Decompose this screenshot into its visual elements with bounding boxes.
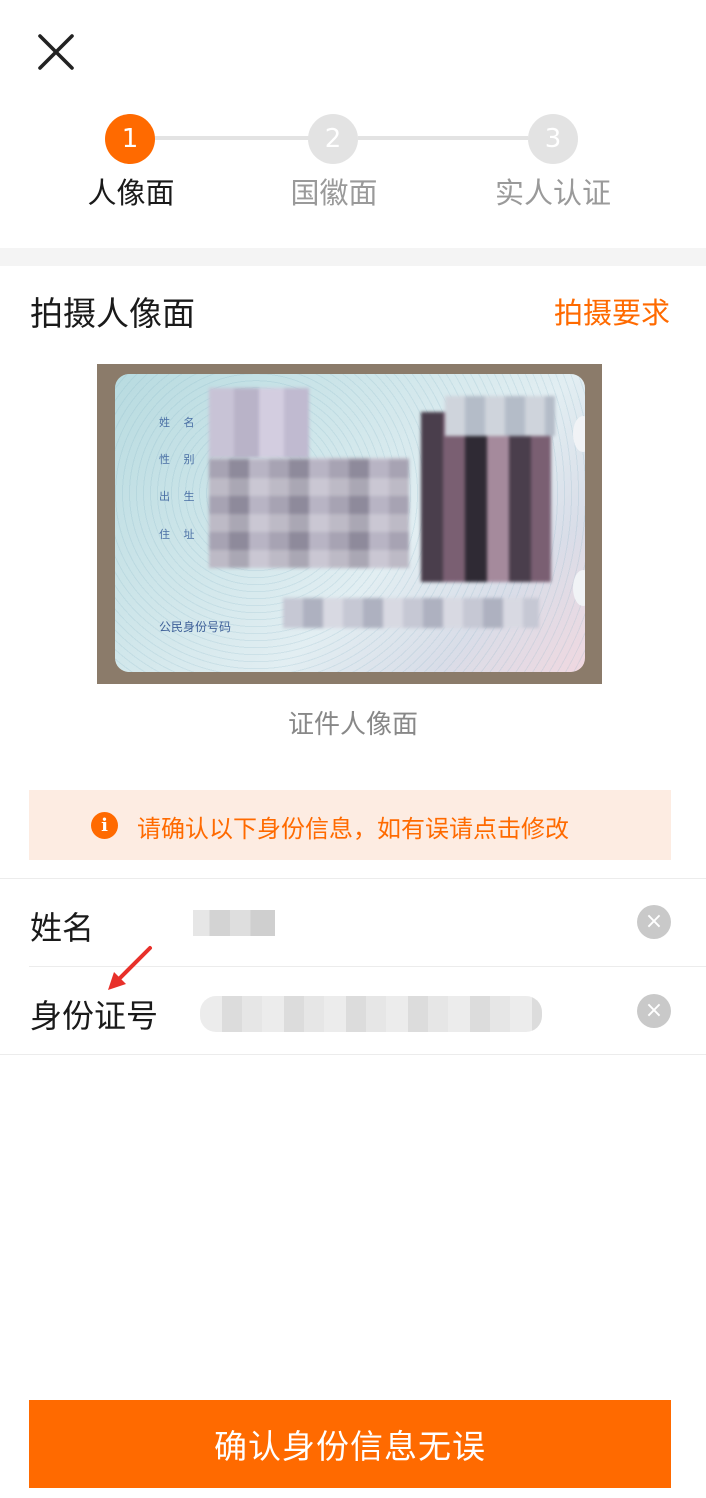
photo-requirements-link[interactable]: 拍摄要求	[554, 290, 670, 332]
section-gap	[0, 248, 706, 266]
step-1-label: 人像面	[87, 176, 175, 210]
redacted-id-number	[283, 598, 539, 628]
card-field-label: 性 别	[159, 453, 200, 466]
form-divider	[0, 878, 706, 879]
card-id-number-label: 公民身份号码	[159, 620, 232, 634]
info-icon: i	[91, 812, 118, 839]
step-3-indicator: 3	[528, 114, 578, 164]
redacted-name	[209, 388, 309, 458]
step-3-label: 实人认证	[494, 176, 612, 210]
card-field-label: 出 生	[159, 490, 200, 503]
step-2-label: 国徽面	[290, 176, 378, 210]
name-label: 姓名	[30, 909, 95, 947]
confirm-button[interactable]: 确认身份信息无误	[29, 1400, 671, 1488]
capture-section-title: 拍摄人像面	[30, 294, 195, 333]
photo-caption: 证件人像面	[287, 710, 418, 740]
notice-banner: i 请确认以下身份信息，如有误请点击修改	[29, 790, 671, 860]
notice-text: 请确认以下身份信息，如有误请点击修改	[137, 815, 569, 843]
step-1-indicator: 1	[105, 114, 155, 164]
top-bar: 1 人像面 2 国徽面 3 实人认证	[0, 0, 706, 248]
close-icon[interactable]	[34, 30, 78, 74]
clear-id-number-icon[interactable]: ×	[637, 994, 671, 1028]
clear-name-icon[interactable]: ×	[637, 905, 671, 939]
id-number-field[interactable]	[200, 996, 542, 1032]
id-card-front: 姓 名 性 别 出 生 住 址 公民身份号码	[115, 374, 585, 672]
redacted-portrait-top	[445, 396, 555, 436]
redacted-details	[209, 458, 409, 568]
form-divider	[0, 1054, 706, 1055]
id-card-photo[interactable]: 姓 名 性 别 出 生 住 址 公民身份号码	[97, 364, 602, 684]
step-connector	[155, 136, 310, 140]
card-field-label: 住 址	[159, 528, 200, 541]
step-connector	[358, 136, 528, 140]
name-field[interactable]	[193, 910, 275, 936]
redacted-portrait	[421, 412, 551, 582]
annotation-arrow-icon	[108, 946, 152, 990]
card-field-label: 姓 名	[159, 416, 200, 429]
progress-stepper: 1 人像面 2 国徽面 3 实人认证	[0, 110, 706, 220]
step-2-indicator: 2	[308, 114, 358, 164]
